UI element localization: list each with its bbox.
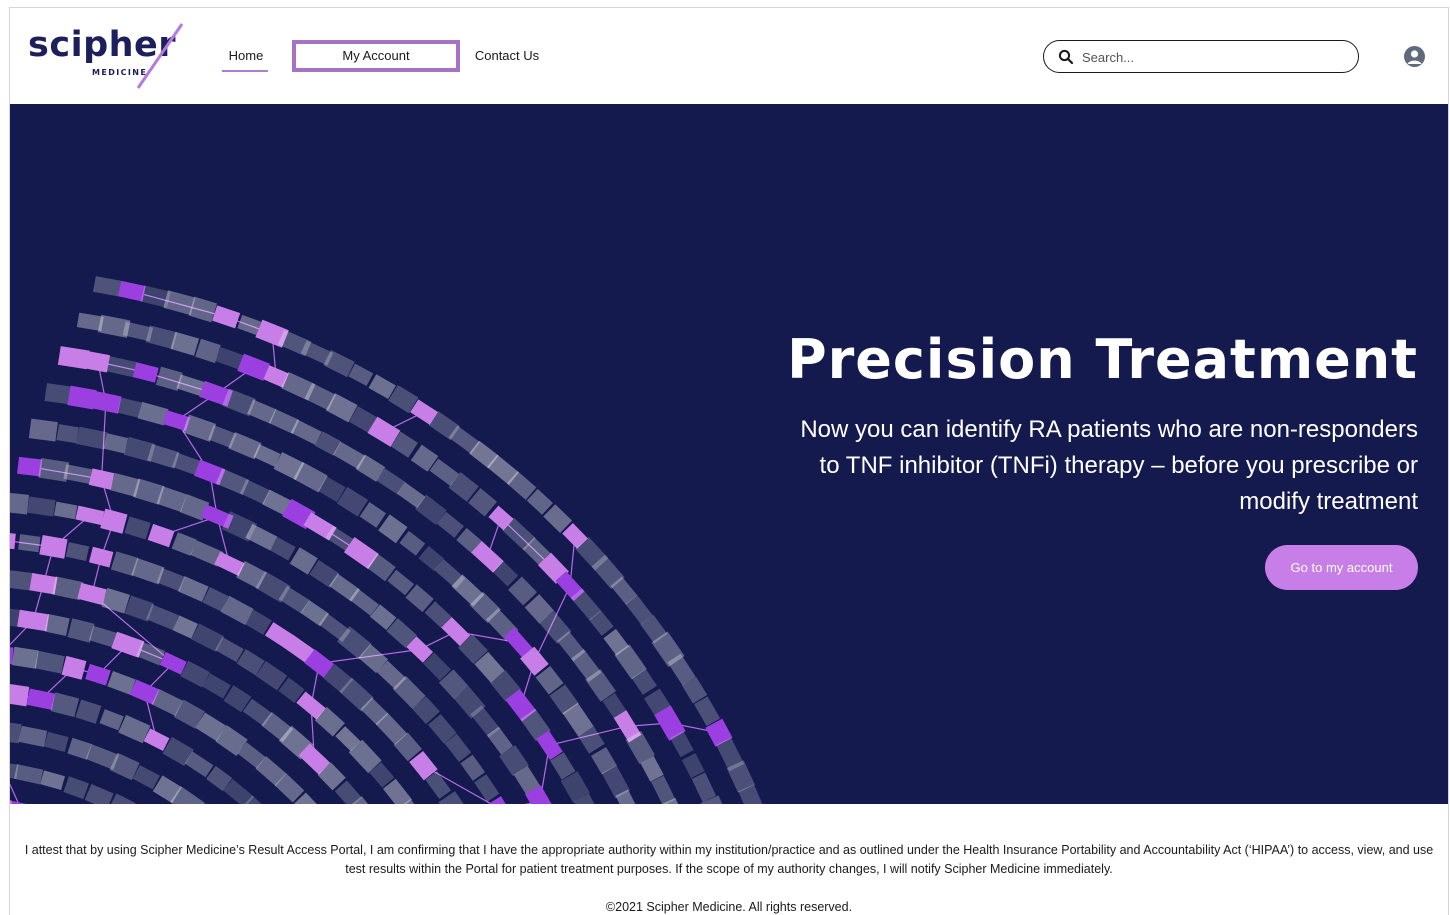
site-header: scipher MEDICINE Home My Account Contact… [10,8,1448,104]
network-node-highlight [10,531,16,550]
network-node [117,397,142,418]
network-node [694,696,721,727]
network-node [65,542,90,561]
network-node-highlight [88,468,115,490]
network-node [92,276,123,297]
network-node [76,426,108,450]
network-node [34,650,65,674]
network-node-highlight [132,362,159,383]
network-node [27,496,56,517]
hero-subtitle: Now you can identify RA patients who are… [800,416,1418,515]
nav-contact-us-label: Contact Us [474,48,540,63]
network-node [18,725,48,747]
brand-logo[interactable]: scipher MEDICINE [28,22,188,89]
network-node [75,699,102,724]
active-nav-underline [222,70,268,72]
network-node [11,646,39,669]
site-footer: I attest that by using Scipher Medicine’… [10,804,1448,915]
hero-title: Precision Treatment [787,328,1418,391]
network-node-highlight [77,582,107,606]
network-node [53,501,78,520]
network-node-highlight [85,663,111,686]
network-node-highlight [212,305,241,329]
network-node [56,424,79,444]
network-node [103,433,129,454]
search-input[interactable] [1082,45,1342,69]
network-node [106,356,138,378]
page-frame: scipher MEDICINE Home My Account Contact… [9,7,1449,915]
network-node [460,754,486,781]
network-node [63,776,89,800]
network-node-highlight [90,390,122,414]
network-node [146,604,179,631]
network-node [40,770,65,791]
nav-my-account[interactable]: My Account [292,40,460,72]
network-node [399,530,426,556]
network-node [474,774,500,802]
network-node [13,764,44,785]
nav-contact-us[interactable]: Contact Us [472,40,542,72]
network-node-highlight [88,546,114,568]
nav-my-account-label: My Account [342,48,410,63]
network-node [691,772,717,803]
search-icon [1058,49,1074,65]
network-node-highlight [10,683,30,707]
network-node [28,418,58,442]
network-node [681,753,705,779]
network-node [63,464,93,484]
network-node [18,534,41,553]
logo-slash-icon [136,23,184,89]
network-node [387,569,415,596]
network-node [124,516,151,540]
network-node-highlight [57,346,90,370]
network-node-highlight [17,456,43,477]
copyright-notice: ©2021 Scipher Medicine. All rights reser… [605,900,853,914]
network-node-highlight [100,508,128,534]
hipaa-attestation: I attest that by using Scipher Medicine’… [24,843,1434,876]
network-node-highlight [147,523,175,548]
search-box[interactable] [1043,40,1359,73]
network-node [44,613,70,636]
network-node [170,331,200,356]
network-node [84,783,114,804]
network-node-highlight [75,505,105,526]
network-node-highlight [26,688,56,710]
network-node [10,492,30,515]
network-node-highlight [17,609,50,632]
network-node [50,692,80,718]
network-node-highlight [85,351,111,373]
user-avatar-icon[interactable] [1404,46,1425,67]
hero-banner: Precision Treatment Now you can identify… [10,104,1448,804]
go-to-account-button[interactable]: Go to my account [1265,545,1418,590]
network-node [44,383,72,405]
network-node [44,731,69,752]
network-node-highlight [10,797,12,804]
nav-home-label: Home [228,48,264,63]
nav-home[interactable]: Home [222,40,270,72]
network-node [99,709,124,731]
